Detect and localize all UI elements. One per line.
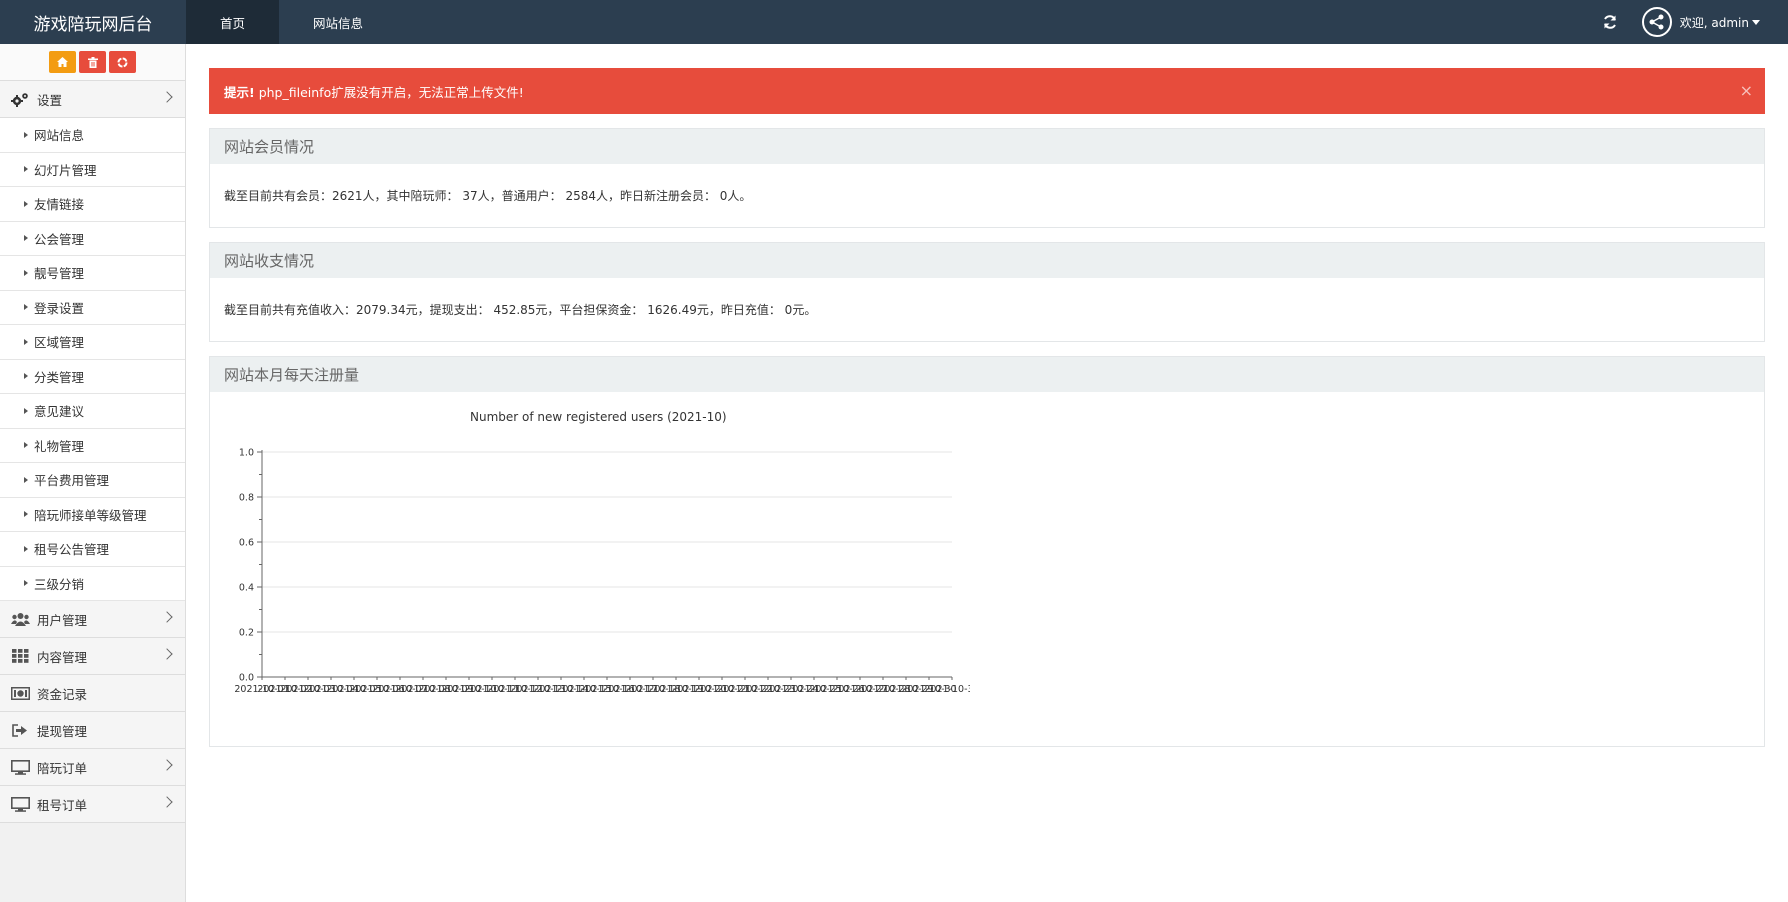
menu-fund-records[interactable]: 资金记录 bbox=[0, 675, 185, 712]
main-content: 提示! php_fileinfo扩展没有开启，无法正常上传文件! × 网站会员情… bbox=[209, 68, 1765, 747]
monitor-icon bbox=[10, 759, 30, 775]
chevron-right-icon bbox=[161, 759, 173, 771]
top-bar: 游戏陪玩网后台 首页 网站信息 欢迎, admin bbox=[0, 0, 1788, 44]
home-icon bbox=[57, 57, 68, 67]
sidebar-item-guilds[interactable]: 公会管理 bbox=[0, 222, 185, 256]
caret-right-icon bbox=[24, 476, 28, 483]
trash-shortcut-button[interactable] bbox=[79, 51, 106, 73]
grid-icon bbox=[10, 648, 30, 664]
y-tick-label: 0.2 bbox=[239, 628, 254, 639]
recycle-shortcut-button[interactable] bbox=[109, 51, 136, 73]
registrations-panel-title: 网站本月每天注册量 bbox=[210, 357, 1764, 392]
caret-right-icon bbox=[24, 373, 28, 380]
caret-right-icon bbox=[24, 511, 28, 518]
sign-out-icon bbox=[10, 722, 30, 738]
trash-icon bbox=[87, 56, 98, 68]
nav-site-info[interactable]: 网站信息 bbox=[279, 0, 397, 44]
registrations-chart: 0.00.20.40.60.81.02021-10-012021-10-0220… bbox=[234, 448, 970, 696]
alert-text: php_fileinfo扩展没有开启，无法正常上传文件! bbox=[258, 84, 524, 100]
menu-settings-label: 设置 bbox=[37, 92, 63, 108]
refresh-icon[interactable] bbox=[1600, 12, 1620, 32]
caret-right-icon bbox=[24, 200, 28, 207]
y-tick-label: 0.8 bbox=[239, 493, 254, 504]
x-tick-label: 2021-10-31 bbox=[924, 684, 970, 695]
monitor-icon bbox=[10, 796, 30, 812]
registrations-panel: 网站本月每天注册量 Number of new registered users… bbox=[209, 356, 1765, 747]
finance-panel-title: 网站收支情况 bbox=[210, 243, 1764, 278]
sidebar-item-site-info[interactable]: 网站信息 bbox=[0, 118, 185, 153]
home-shortcut-button[interactable] bbox=[49, 51, 76, 73]
y-tick-label: 0.6 bbox=[239, 538, 254, 549]
finance-summary: 截至目前共有充值收入：2079.34元，提现支出： 452.85元，平台担保资金… bbox=[224, 303, 817, 317]
sidebar-item-vip-accounts[interactable]: 靓号管理 bbox=[0, 256, 185, 291]
chevron-right-icon bbox=[161, 91, 173, 103]
sidebar-item-regions[interactable]: 区域管理 bbox=[0, 325, 185, 360]
caret-right-icon bbox=[24, 545, 28, 552]
avatar[interactable] bbox=[1641, 7, 1672, 37]
sidebar-item-links[interactable]: 友情链接 bbox=[0, 187, 185, 222]
settings-submenu: 网站信息 幻灯片管理 友情链接 公会管理 靓号管理 登录设置 区域管理 分类管理… bbox=[0, 118, 185, 601]
members-panel: 网站会员情况 截至目前共有会员：2621人，其中陪玩师： 37人，普通用户： 2… bbox=[209, 128, 1765, 228]
alert-strong: 提示! bbox=[224, 84, 255, 100]
sidebar-item-distribution[interactable]: 三级分销 bbox=[0, 567, 185, 601]
caret-down-icon bbox=[1752, 19, 1760, 25]
caret-right-icon bbox=[24, 442, 28, 449]
share-icon bbox=[1649, 14, 1664, 30]
sidebar-item-slides[interactable]: 幻灯片管理 bbox=[0, 153, 185, 187]
caret-right-icon bbox=[24, 269, 28, 276]
menu-content-management[interactable]: 内容管理 bbox=[0, 638, 185, 675]
sidebar-item-platform-fees[interactable]: 平台费用管理 bbox=[0, 463, 185, 498]
sidebar-item-order-levels[interactable]: 陪玩师接单等级管理 bbox=[0, 498, 185, 532]
caret-right-icon bbox=[24, 407, 28, 414]
menu-withdrawals[interactable]: 提现管理 bbox=[0, 712, 185, 749]
users-icon bbox=[10, 611, 30, 627]
caret-right-icon bbox=[24, 580, 28, 587]
cogs-icon bbox=[10, 91, 30, 107]
menu-user-management[interactable]: 用户管理 bbox=[0, 601, 185, 638]
members-panel-title: 网站会员情况 bbox=[210, 129, 1764, 164]
sidebar: 设置 网站信息 幻灯片管理 友情链接 公会管理 靓号管理 登录设置 区域管理 分… bbox=[0, 44, 186, 902]
top-nav: 首页 网站信息 bbox=[186, 0, 397, 44]
sidebar-item-feedback[interactable]: 意见建议 bbox=[0, 394, 185, 429]
menu-companion-orders[interactable]: 陪玩订单 bbox=[0, 749, 185, 786]
close-icon[interactable]: × bbox=[1740, 81, 1753, 100]
sidebar-item-categories[interactable]: 分类管理 bbox=[0, 360, 185, 394]
caret-right-icon bbox=[24, 235, 28, 242]
welcome-text: 欢迎, admin bbox=[1679, 15, 1749, 30]
members-summary: 截至目前共有会员：2621人，其中陪玩师： 37人，普通用户： 2584人，昨日… bbox=[224, 189, 752, 203]
sidebar-item-login-settings[interactable]: 登录设置 bbox=[0, 291, 185, 325]
user-area: 欢迎, admin bbox=[1600, 0, 1788, 44]
y-tick-label: 1.0 bbox=[239, 448, 254, 459]
chevron-right-icon bbox=[161, 648, 173, 660]
chevron-right-icon bbox=[161, 611, 173, 623]
menu-settings[interactable]: 设置 bbox=[0, 81, 185, 118]
money-icon bbox=[10, 685, 30, 701]
caret-right-icon bbox=[24, 338, 28, 345]
registrations-chart-area: Number of new registered users (2021-10)… bbox=[210, 392, 1764, 746]
sidebar-item-rental-notices[interactable]: 租号公告管理 bbox=[0, 532, 185, 567]
caret-right-icon bbox=[24, 166, 28, 173]
nav-home[interactable]: 首页 bbox=[186, 0, 280, 44]
user-menu[interactable]: 欢迎, admin bbox=[1680, 14, 1760, 31]
y-tick-label: 0.0 bbox=[239, 673, 254, 684]
brand-title[interactable]: 游戏陪玩网后台 bbox=[0, 0, 186, 44]
y-tick-label: 0.4 bbox=[239, 583, 254, 594]
caret-right-icon bbox=[24, 304, 28, 311]
fileinfo-alert: 提示! php_fileinfo扩展没有开启，无法正常上传文件! × bbox=[209, 68, 1765, 114]
sidebar-item-gifts[interactable]: 礼物管理 bbox=[0, 429, 185, 463]
shortcut-bar bbox=[0, 44, 185, 81]
chevron-right-icon bbox=[161, 796, 173, 808]
menu-rental-orders[interactable]: 租号订单 bbox=[0, 786, 185, 823]
recycle-icon bbox=[117, 57, 128, 67]
finance-panel: 网站收支情况 截至目前共有充值收入：2079.34元，提现支出： 452.85元… bbox=[209, 242, 1765, 342]
caret-right-icon bbox=[24, 131, 28, 138]
